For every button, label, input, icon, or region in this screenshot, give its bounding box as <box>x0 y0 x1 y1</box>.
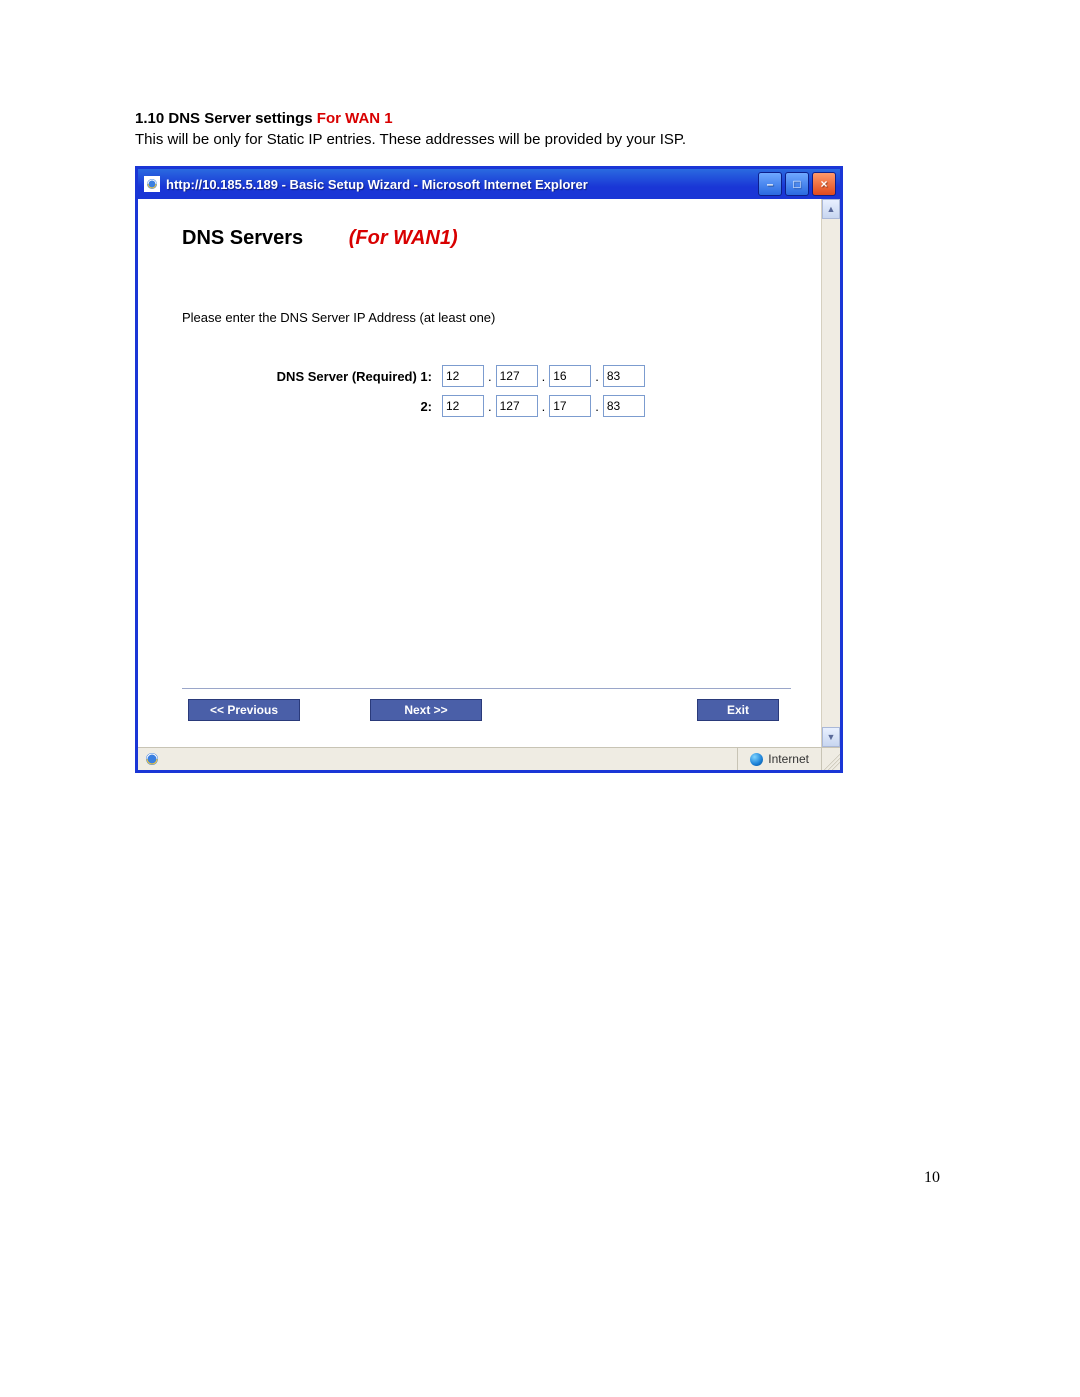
ip-dot: . <box>542 369 546 384</box>
heading-black: DNS Server settings <box>168 110 312 127</box>
maximize-button[interactable]: □ <box>785 172 809 196</box>
ip-dot: . <box>488 399 492 414</box>
scroll-up-icon[interactable]: ▲ <box>822 199 840 219</box>
doc-heading: 1.10 DNS Server settings For WAN 1 <box>135 110 950 127</box>
status-zone-text: Internet <box>768 752 809 766</box>
content-area: DNS Servers (For WAN1) Please enter the … <box>138 199 821 747</box>
title-black: DNS Servers <box>182 227 303 249</box>
button-divider <box>182 688 791 689</box>
minimize-button[interactable]: – <box>758 172 782 196</box>
titlebar[interactable]: http://10.185.5.189 - Basic Setup Wizard… <box>138 169 840 199</box>
dns1-octet-4[interactable] <box>603 365 645 387</box>
scroll-track[interactable] <box>822 219 840 727</box>
ip-dot: . <box>595 369 599 384</box>
content-title: DNS Servers (For WAN1) <box>182 227 791 250</box>
button-row: << Previous Next >> Exit <box>182 699 791 747</box>
dns1-octet-2[interactable] <box>496 365 538 387</box>
previous-button[interactable]: << Previous <box>188 699 300 721</box>
dns2-octet-2[interactable] <box>496 395 538 417</box>
ip-dot: . <box>595 399 599 414</box>
resize-grip-icon[interactable] <box>821 748 840 770</box>
dns-row-1: DNS Server (Required) 1: . . . <box>182 365 791 387</box>
ie-page-icon <box>144 176 160 192</box>
dns1-octet-1[interactable] <box>442 365 484 387</box>
dns2-octet-1[interactable] <box>442 395 484 417</box>
dns-label-2: 2: <box>182 399 442 414</box>
statusbar: Internet <box>138 747 840 770</box>
window-title: http://10.185.5.189 - Basic Setup Wizard… <box>166 177 758 192</box>
exit-button[interactable]: Exit <box>697 699 779 721</box>
heading-number: 1.10 <box>135 110 164 127</box>
dns2-octet-4[interactable] <box>603 395 645 417</box>
dns-rows: DNS Server (Required) 1: . . . 2: . <box>182 365 791 425</box>
ie-status-icon <box>142 751 162 767</box>
vertical-scrollbar[interactable]: ▲ ▼ <box>821 199 840 747</box>
next-button[interactable]: Next >> <box>370 699 482 721</box>
page-number: 10 <box>924 1169 940 1187</box>
dns-row-2: 2: . . . <box>182 395 791 417</box>
heading-red: For WAN 1 <box>317 110 393 127</box>
dns2-octet-3[interactable] <box>549 395 591 417</box>
dns-label-1: DNS Server (Required) 1: <box>182 369 442 384</box>
dns1-octet-3[interactable] <box>549 365 591 387</box>
status-zone: Internet <box>737 748 821 770</box>
globe-icon <box>750 753 763 766</box>
ie-window: http://10.185.5.189 - Basic Setup Wizard… <box>135 166 843 773</box>
instruction-text: Please enter the DNS Server IP Address (… <box>182 310 791 325</box>
doc-subtext: This will be only for Static IP entries.… <box>135 131 950 148</box>
close-button[interactable]: × <box>812 172 836 196</box>
ip-dot: . <box>488 369 492 384</box>
ip-dot: . <box>542 399 546 414</box>
ie-body: DNS Servers (For WAN1) Please enter the … <box>138 199 840 747</box>
scroll-down-icon[interactable]: ▼ <box>822 727 840 747</box>
window-controls: – □ × <box>758 172 836 196</box>
title-red: (For WAN1) <box>349 227 458 249</box>
